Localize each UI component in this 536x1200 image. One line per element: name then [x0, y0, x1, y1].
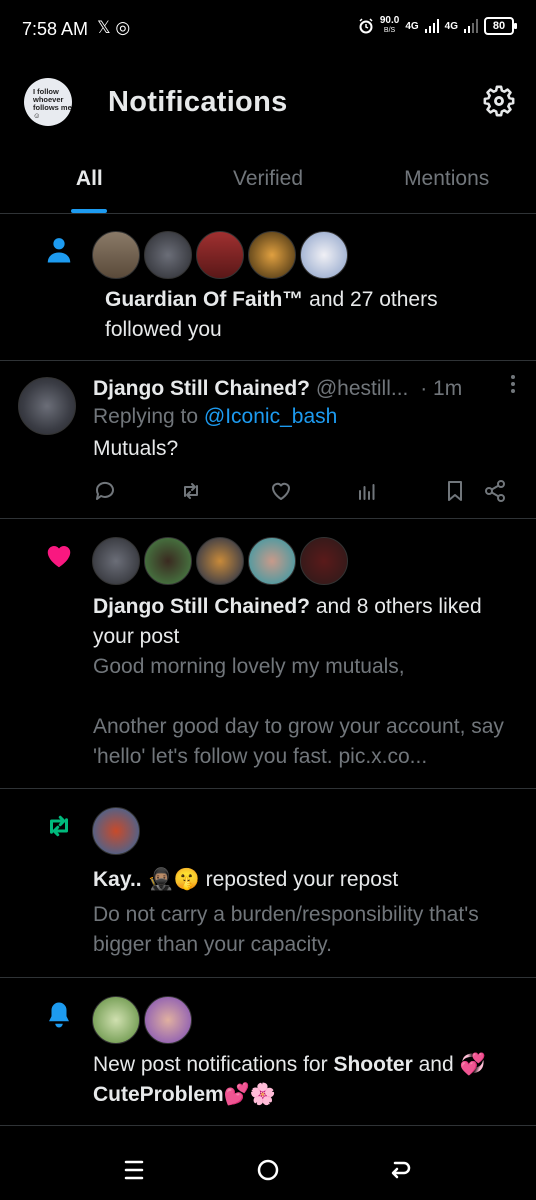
avatar[interactable]	[300, 537, 348, 585]
share-icon[interactable]	[483, 479, 507, 503]
reply-time: · 1m	[420, 377, 463, 400]
notification-follow[interactable]: Guardian Of Faith™ and 27 others followe…	[0, 215, 536, 361]
reply-body: Mutuals?	[93, 437, 179, 460]
status-right: 90.0 B/S 4G 4G 80	[358, 16, 517, 36]
active-tab-indicator	[71, 209, 108, 213]
post-actions	[93, 479, 514, 507]
tab-mentions-label: Mentions	[404, 167, 490, 190]
account-avatars	[92, 996, 192, 1044]
network-speed: 90.0 B/S	[380, 16, 399, 36]
tab-bar: All Verified Mentions	[0, 150, 536, 214]
follower-name[interactable]: Guardian Of Faith™	[105, 288, 303, 311]
liker-name[interactable]: Django Still Chained?	[93, 595, 310, 618]
reply-author-handle[interactable]: @hestill...	[316, 377, 409, 400]
tab-verified[interactable]: Verified	[179, 150, 358, 213]
avatar[interactable]	[196, 231, 244, 279]
replying-to: Replying to @Iconic_bash	[93, 405, 337, 429]
repost-preview: Do not carry a burden/responsibility tha…	[93, 903, 479, 956]
avatar[interactable]	[92, 996, 140, 1044]
avatar[interactable]	[18, 377, 76, 435]
network-1: 4G	[405, 20, 419, 32]
repost-rest: reposted your repost	[199, 868, 399, 891]
signal-icon-2	[464, 19, 478, 33]
gear-icon[interactable]	[482, 84, 516, 118]
repost-icon	[50, 815, 68, 837]
like-icon[interactable]	[269, 479, 293, 503]
speed-unit: B/S	[383, 27, 396, 34]
avatar[interactable]	[300, 231, 348, 279]
views-icon[interactable]	[355, 479, 379, 503]
battery-indicator: 80	[484, 17, 517, 35]
profile-avatar[interactable]: I follow whoever follows me ☺	[24, 78, 72, 126]
account-name-1[interactable]: Shooter	[333, 1053, 412, 1076]
avatar[interactable]	[92, 231, 140, 279]
tab-mentions[interactable]: Mentions	[357, 150, 536, 213]
replying-prefix: Replying to	[93, 405, 204, 428]
like-text: Django Still Chained? and 8 others liked…	[93, 592, 514, 652]
status-time: 7:58 AM	[22, 19, 89, 39]
notification-repost[interactable]: Kay.. 🥷🏽🤫 reposted your repost Do not ca…	[0, 789, 536, 978]
reply-icon[interactable]	[93, 479, 117, 503]
alarm-icon	[359, 18, 373, 34]
repost-text: Kay.. 🥷🏽🤫 reposted your repost	[93, 865, 514, 895]
avatar[interactable]	[248, 231, 296, 279]
new-posts-text: New post notifications for Shooter and 💞…	[93, 1050, 514, 1110]
status-bar: 7:58 AM 𝕏 ◎ 90.0 B/S 4G 4G 80	[0, 0, 536, 60]
reply-header: Django Still Chained? @hestill... · 1m	[93, 375, 514, 403]
page-title: Notifications	[108, 86, 288, 118]
more-icon[interactable]	[510, 373, 516, 395]
person-icon	[47, 238, 71, 263]
notification-like[interactable]: Django Still Chained? and 8 others liked…	[0, 519, 536, 789]
avatar[interactable]	[92, 537, 140, 585]
notification-reply[interactable]: Django Still Chained? @hestill... · 1m R…	[0, 361, 536, 519]
avatar[interactable]	[144, 537, 192, 585]
avatar[interactable]	[248, 537, 296, 585]
network-2: 4G	[444, 20, 458, 32]
avatar[interactable]	[144, 231, 192, 279]
reposter-avatars	[92, 807, 140, 855]
bookmark-icon[interactable]	[443, 479, 467, 503]
notification-new-posts[interactable]: New post notifications for Shooter and 💞…	[0, 978, 536, 1126]
home-icon[interactable]	[254, 1156, 282, 1184]
menu-icon[interactable]	[120, 1156, 148, 1184]
tab-verified-label: Verified	[232, 167, 304, 190]
repost-icon[interactable]	[179, 479, 203, 503]
avatar[interactable]	[92, 807, 140, 855]
system-nav-bar	[0, 1142, 536, 1200]
bell-icon	[49, 1002, 69, 1028]
liker-avatars	[92, 537, 348, 585]
header: I follow whoever follows me ☺ Notificati…	[0, 60, 536, 150]
heart-icon	[47, 546, 71, 568]
tab-all[interactable]: All	[0, 150, 179, 213]
avatar[interactable]	[196, 537, 244, 585]
back-icon[interactable]	[386, 1156, 414, 1184]
bell-middle: and	[412, 1053, 460, 1076]
follower-avatars	[92, 231, 348, 279]
avatar[interactable]	[144, 996, 192, 1044]
status-app-icons: 𝕏 ◎	[97, 18, 131, 37]
signal-icon	[424, 19, 439, 33]
replying-handle[interactable]: @Iconic_bash	[204, 405, 337, 428]
speed-value: 90.0	[379, 15, 400, 26]
post-preview-line2: Another good day to grow your account, s…	[93, 715, 504, 768]
follow-text: Guardian Of Faith™ and 27 others followe…	[93, 285, 514, 345]
post-preview-line1: Good morning lovely my mutuals,	[93, 655, 405, 678]
reply-author-name[interactable]: Django Still Chained?	[93, 377, 310, 400]
reposter-name[interactable]: Kay.. 🥷🏽🤫	[93, 868, 200, 891]
bell-prefix: New post notifications for	[93, 1053, 334, 1076]
tab-all-label: All	[75, 167, 103, 190]
